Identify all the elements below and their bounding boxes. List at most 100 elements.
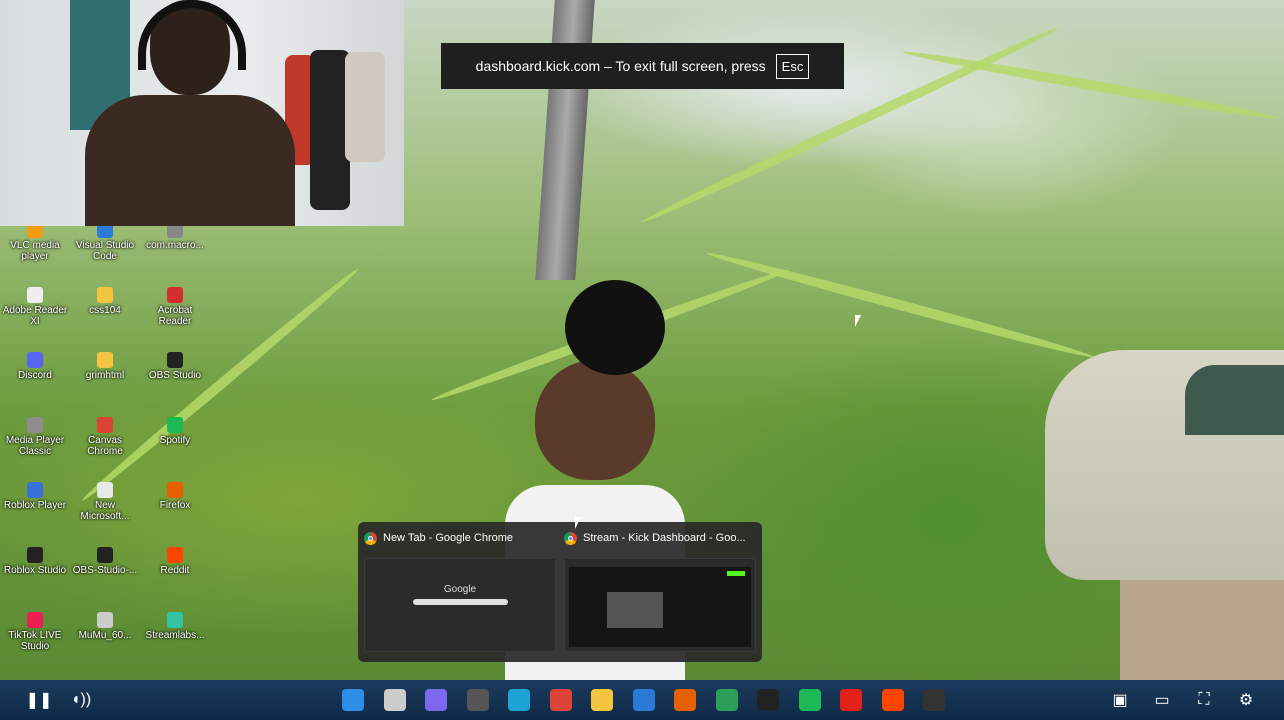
roblox-studio-icon[interactable] [757, 689, 779, 711]
desktop-icon-label: Discord [18, 370, 52, 381]
stream-preview [607, 592, 663, 628]
preview-title: Stream - Kick Dashboard - Goo... [564, 528, 756, 548]
taskbar: ❚❚ ◖)) ▣ ▭ ⛶ ⚙ [0, 680, 1284, 720]
streamlabs-icon [167, 612, 183, 628]
desktop-icon-label: Adobe Reader XI [2, 305, 68, 327]
miniplayer-icon[interactable]: ▣ [1106, 686, 1134, 714]
desktop-icon-label: Reddit [160, 565, 190, 576]
fullscreen-notice: dashboard.kick.com – To exit full screen… [441, 43, 844, 89]
pause-icon[interactable]: ❚❚ [25, 686, 53, 714]
acrobat-icon [167, 287, 183, 303]
video-editor-icon[interactable] [466, 689, 489, 711]
mouse-cursor-icon [855, 315, 861, 327]
desktop-icon[interactable]: Discord [1, 352, 69, 381]
desktop-icon[interactable]: TikTok LIVE Studio [1, 612, 69, 652]
go-live-button [727, 571, 745, 576]
desktop-icon-label: Firefox [159, 500, 191, 511]
desktop-icon[interactable]: OBS Studio [141, 352, 209, 381]
clothing [310, 50, 350, 210]
discord-icon [27, 352, 43, 368]
file-explorer-icon[interactable] [591, 689, 613, 711]
youtube-icon[interactable] [840, 689, 862, 711]
mumu-icon [97, 612, 113, 628]
desktop-icon[interactable]: css104 [71, 287, 139, 316]
desktop-icon[interactable]: MuMu_60... [71, 612, 139, 641]
desktop-icon-label: TikTok LIVE Studio [8, 630, 62, 652]
chrome-icon[interactable] [549, 689, 572, 711]
green-app-icon[interactable] [715, 689, 738, 711]
dashboard-thumbnail [569, 567, 751, 647]
desktop-icon-label: Canvas Chrome [87, 435, 123, 457]
start-icon[interactable] [342, 689, 364, 711]
desktop-icon-label: grimhtml [85, 370, 125, 381]
reddit-icon[interactable] [881, 689, 904, 711]
spotify-icon [167, 417, 183, 433]
edge-icon[interactable] [508, 689, 530, 711]
desktop-icon[interactable]: VLC media player [1, 222, 69, 262]
desktop-icon-label: MuMu_60... [78, 630, 132, 641]
vscode-icon[interactable] [632, 689, 655, 711]
obs-icon [97, 547, 113, 563]
roblox-studio-icon [27, 547, 43, 563]
hair-bun [565, 280, 665, 375]
preview-title: New Tab - Google Chrome [364, 528, 556, 548]
preview-new-tab[interactable]: New Tab - Google Chrome Google [364, 528, 556, 656]
desktop-icon-label: Acrobat Reader [157, 305, 193, 327]
desktop-icon[interactable]: Acrobat Reader [141, 287, 209, 327]
spotify-icon[interactable] [798, 689, 821, 711]
desktop-icon[interactable]: Adobe Reader XI [1, 287, 69, 327]
firefox-icon [167, 482, 183, 498]
reddit-icon [167, 547, 183, 563]
theater-icon[interactable]: ▭ [1148, 686, 1176, 714]
volume-icon[interactable]: ◖)) [67, 686, 95, 714]
preview-thumbnail [564, 558, 756, 652]
desktop-icon-label: com.macro... [146, 240, 204, 251]
desktop-icon[interactable]: Media Player Classic [1, 417, 69, 457]
preview-title-text: New Tab - Google Chrome [383, 532, 514, 544]
obs-icon [167, 352, 183, 368]
mouse-cursor-icon [575, 517, 581, 529]
desktop-icon-label: OBS Studio [148, 370, 202, 381]
ground [1120, 580, 1284, 680]
desktop-icon[interactable]: OBS-Studio-... [71, 547, 139, 576]
preview-thumbnail: Google [364, 558, 556, 652]
preview-kick-dashboard[interactable]: Stream - Kick Dashboard - Goo... [564, 528, 756, 656]
file-icon[interactable] [383, 689, 406, 711]
google-logo: Google [443, 584, 477, 595]
streamer-body [85, 95, 295, 226]
chrome-icon [564, 531, 577, 545]
desktop-icon-label: Roblox Studio [3, 565, 67, 576]
desktop-icon[interactable]: Streamlabs... [141, 612, 209, 641]
esc-key[interactable]: Esc [775, 53, 810, 79]
desktop-icon[interactable]: Spotify [141, 417, 209, 446]
desktop-icon[interactable]: New Microsoft... [71, 482, 139, 522]
desktop-icon-label: Roblox Player [3, 500, 67, 511]
fullscreen-icon[interactable]: ⛶ [1190, 686, 1218, 714]
pdf-icon [27, 287, 43, 303]
desktop-icon-label: New Microsoft... [80, 500, 130, 522]
photos-icon[interactable] [425, 689, 447, 711]
tiktok-icon [27, 612, 43, 628]
desktop-icon[interactable]: Roblox Studio [1, 547, 69, 576]
desktop-icon[interactable]: grimhtml [71, 352, 139, 381]
firefox-icon[interactable] [674, 689, 696, 711]
desktop-icon-label: Streamlabs... [145, 630, 205, 641]
desktop-icon[interactable]: Reddit [141, 547, 209, 576]
obs-icon[interactable] [923, 689, 945, 711]
desktop-icon[interactable]: Roblox Player [1, 482, 69, 511]
search-bar [413, 599, 508, 605]
desktop-icon-label: OBS-Studio-... [72, 565, 138, 576]
roblox-icon [27, 482, 43, 498]
settings-icon[interactable]: ⚙ [1232, 686, 1260, 714]
folder-icon [97, 287, 113, 303]
desktop-icon[interactable]: Visual Studio Code [71, 222, 139, 262]
car-window [1185, 365, 1284, 435]
chrome-icon [364, 531, 377, 545]
document-icon [97, 482, 113, 498]
desktop-icon[interactable]: Firefox [141, 482, 209, 511]
desktop-icon[interactable]: Canvas Chrome [71, 417, 139, 457]
desktop-icon-label: Spotify [159, 435, 191, 446]
media-player-icon [27, 417, 43, 433]
desktop-icon-label: css104 [89, 305, 121, 316]
desktop-icon[interactable]: com.macro... [141, 222, 209, 251]
